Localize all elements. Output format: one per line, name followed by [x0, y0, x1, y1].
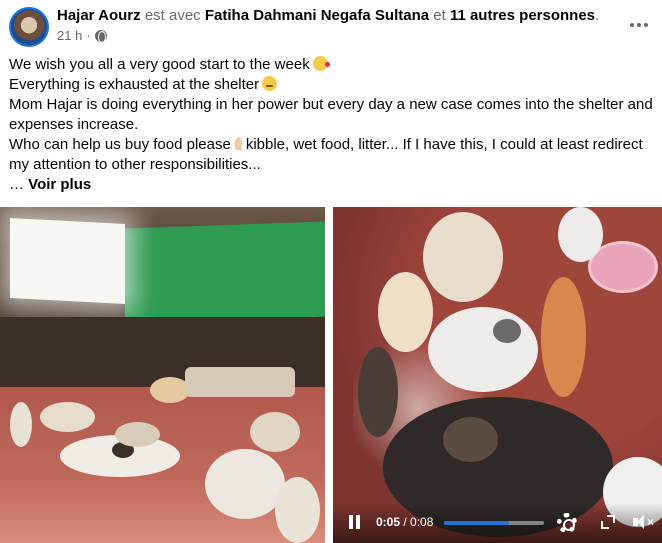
- cat-shape: [250, 412, 300, 452]
- with-text: est avec: [144, 7, 201, 24]
- gear-icon[interactable]: [557, 513, 577, 533]
- bright-window: [10, 217, 125, 305]
- cat-shape: [428, 307, 538, 392]
- kiss-emoji-icon: [312, 56, 330, 71]
- more-options-icon[interactable]: [626, 12, 652, 38]
- post-line-1: We wish you all a very good start to the…: [9, 56, 310, 73]
- period: .: [595, 7, 600, 24]
- cat-shape: [443, 417, 498, 462]
- post-body: We wish you all a very good start to the…: [9, 55, 654, 195]
- author-line: Hajar Aourz est avec Fatiha Dahmani Nega…: [57, 7, 599, 25]
- ellipsis: …: [9, 176, 24, 193]
- cat-shape: [541, 277, 586, 397]
- shelter-photo[interactable]: [0, 207, 331, 543]
- post-line-3: Mom Hajar is doing everything in her pow…: [9, 96, 653, 133]
- cat-shape: [40, 402, 95, 432]
- duration: 0:08: [410, 515, 434, 529]
- post-line-2: Everything is exhausted at the shelter: [9, 76, 260, 93]
- green-tarp: [125, 221, 325, 324]
- tagged-person[interactable]: Fatiha Dahmani Negafa Sultana: [205, 7, 429, 24]
- author-avatar[interactable]: [9, 7, 49, 47]
- cat-shape: [115, 422, 160, 447]
- progress-bar[interactable]: [444, 521, 544, 525]
- cat-shape: [493, 319, 521, 343]
- praying-hands-icon: [231, 136, 246, 151]
- post-timestamp[interactable]: 21 h: [57, 28, 82, 43]
- fullscreen-icon[interactable]: [601, 515, 615, 529]
- video-controls: 0:05 / 0:08 ×: [333, 503, 662, 543]
- meta-separator: ·: [86, 28, 91, 43]
- current-time: 0:05: [376, 515, 401, 529]
- progress-fill: [444, 521, 509, 525]
- cat-shape: [150, 377, 190, 403]
- cat-shape: [205, 449, 285, 519]
- disappointed-emoji-icon: [262, 76, 278, 91]
- mute-icon[interactable]: ×: [633, 515, 657, 529]
- others-link[interactable]: 11 autres personnes: [450, 7, 595, 24]
- post-header: Hajar Aourz est avec Fatiha Dahmani Nega…: [0, 0, 662, 50]
- pause-icon[interactable]: [349, 515, 361, 529]
- cat-shape: [185, 367, 295, 397]
- mute-x: ×: [647, 515, 655, 529]
- post-meta: 21 h ·: [57, 28, 107, 43]
- video-player[interactable]: 0:05 / 0:08 ×: [333, 207, 662, 543]
- cat-shape: [275, 477, 320, 543]
- cat-shape: [358, 347, 398, 437]
- cat-shape: [558, 207, 603, 262]
- post-media: 0:05 / 0:08 ×: [0, 207, 662, 543]
- cat-shape: [10, 402, 32, 447]
- see-more-link[interactable]: Voir plus: [28, 176, 91, 193]
- time-separator: /: [400, 515, 411, 529]
- globe-icon: [94, 29, 107, 43]
- cat-shape: [423, 212, 503, 302]
- post-line-4a: Who can help us buy food please: [9, 136, 231, 153]
- author-name[interactable]: Hajar Aourz: [57, 7, 141, 24]
- image-divider: [325, 207, 331, 543]
- and-text: et: [433, 7, 446, 24]
- cat-shape: [378, 272, 433, 352]
- video-time: 0:05 / 0:08: [376, 515, 433, 529]
